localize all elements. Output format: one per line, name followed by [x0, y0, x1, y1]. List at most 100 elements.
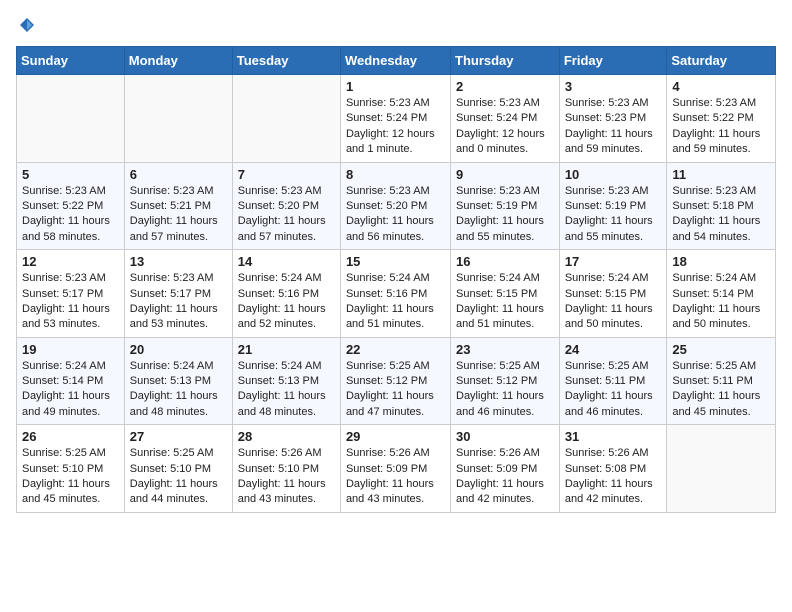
calendar-cell: 18 Sunrise: 5:24 AM Sunset: 5:14 PM Dayli…: [667, 250, 776, 338]
calendar-cell: 19 Sunrise: 5:24 AM Sunset: 5:14 PM Dayli…: [17, 337, 125, 425]
calendar-cell: [124, 75, 232, 163]
day-number: 9: [456, 167, 554, 182]
day-number: 1: [346, 79, 445, 94]
day-info: Sunrise: 5:23 AM Sunset: 5:19 PM Dayligh…: [456, 184, 554, 246]
day-number: 7: [238, 167, 335, 182]
calendar-cell: 8 Sunrise: 5:23 AM Sunset: 5:20 PM Daylig…: [340, 162, 450, 250]
day-info: Sunrise: 5:25 AM Sunset: 5:12 PM Dayligh…: [346, 359, 445, 421]
calendar-cell: 31 Sunrise: 5:26 AM Sunset: 5:08 PM Dayli…: [559, 425, 667, 513]
weekday-header: Saturday: [667, 47, 776, 75]
day-info: Sunrise: 5:26 AM Sunset: 5:09 PM Dayligh…: [456, 446, 554, 508]
day-info: Sunrise: 5:25 AM Sunset: 5:11 PM Dayligh…: [565, 359, 662, 421]
weekday-header: Monday: [124, 47, 232, 75]
calendar-cell: 1 Sunrise: 5:23 AM Sunset: 5:24 PM Daylig…: [340, 75, 450, 163]
calendar-cell: 30 Sunrise: 5:26 AM Sunset: 5:09 PM Dayli…: [451, 425, 560, 513]
day-info: Sunrise: 5:23 AM Sunset: 5:19 PM Dayligh…: [565, 184, 662, 246]
day-info: Sunrise: 5:25 AM Sunset: 5:10 PM Dayligh…: [130, 446, 227, 508]
day-info: Sunrise: 5:26 AM Sunset: 5:09 PM Dayligh…: [346, 446, 445, 508]
day-number: 4: [672, 79, 770, 94]
day-info: Sunrise: 5:24 AM Sunset: 5:16 PM Dayligh…: [238, 271, 335, 333]
day-number: 19: [22, 342, 119, 357]
day-number: 31: [565, 429, 662, 444]
day-number: 10: [565, 167, 662, 182]
day-info: Sunrise: 5:25 AM Sunset: 5:11 PM Dayligh…: [672, 359, 770, 421]
calendar-cell: 10 Sunrise: 5:23 AM Sunset: 5:19 PM Dayli…: [559, 162, 667, 250]
calendar-cell: 16 Sunrise: 5:24 AM Sunset: 5:15 PM Dayli…: [451, 250, 560, 338]
day-info: Sunrise: 5:24 AM Sunset: 5:15 PM Dayligh…: [565, 271, 662, 333]
logo: [16, 16, 36, 34]
day-number: 14: [238, 254, 335, 269]
calendar-week: 12 Sunrise: 5:23 AM Sunset: 5:17 PM Dayli…: [17, 250, 776, 338]
day-number: 15: [346, 254, 445, 269]
calendar-cell: 7 Sunrise: 5:23 AM Sunset: 5:20 PM Daylig…: [232, 162, 340, 250]
calendar-week: 26 Sunrise: 5:25 AM Sunset: 5:10 PM Dayli…: [17, 425, 776, 513]
calendar-cell: 3 Sunrise: 5:23 AM Sunset: 5:23 PM Daylig…: [559, 75, 667, 163]
day-number: 23: [456, 342, 554, 357]
day-info: Sunrise: 5:23 AM Sunset: 5:17 PM Dayligh…: [130, 271, 227, 333]
day-number: 12: [22, 254, 119, 269]
day-info: Sunrise: 5:23 AM Sunset: 5:24 PM Dayligh…: [346, 96, 445, 158]
calendar-cell: 2Sunrise: 5:23 AM Sunset: 5:24 PM Daylig…: [451, 75, 560, 163]
calendar-cell: 13 Sunrise: 5:23 AM Sunset: 5:17 PM Dayli…: [124, 250, 232, 338]
logo-icon: [18, 16, 36, 34]
calendar-cell: [232, 75, 340, 163]
header-row: SundayMondayTuesdayWednesdayThursdayFrid…: [17, 47, 776, 75]
day-info: Sunrise: 5:24 AM Sunset: 5:14 PM Dayligh…: [22, 359, 119, 421]
day-info: Sunrise: 5:26 AM Sunset: 5:10 PM Dayligh…: [238, 446, 335, 508]
day-info: Sunrise: 5:23 AM Sunset: 5:22 PM Dayligh…: [22, 184, 119, 246]
day-info: Sunrise: 5:23 AM Sunset: 5:21 PM Dayligh…: [130, 184, 227, 246]
day-number: 30: [456, 429, 554, 444]
calendar-cell: 9 Sunrise: 5:23 AM Sunset: 5:19 PM Daylig…: [451, 162, 560, 250]
day-number: 27: [130, 429, 227, 444]
calendar-cell: 25 Sunrise: 5:25 AM Sunset: 5:11 PM Dayli…: [667, 337, 776, 425]
day-info: Sunrise: 5:23 AM Sunset: 5:18 PM Dayligh…: [672, 184, 770, 246]
calendar-week: 19 Sunrise: 5:24 AM Sunset: 5:14 PM Dayli…: [17, 337, 776, 425]
day-number: 18: [672, 254, 770, 269]
day-number: 6: [130, 167, 227, 182]
day-info: Sunrise: 5:24 AM Sunset: 5:13 PM Dayligh…: [238, 359, 335, 421]
day-info: Sunrise: 5:23 AM Sunset: 5:22 PM Dayligh…: [672, 96, 770, 158]
weekday-header: Wednesday: [340, 47, 450, 75]
calendar-cell: [17, 75, 125, 163]
day-number: 3: [565, 79, 662, 94]
day-info: Sunrise: 5:23 AM Sunset: 5:24 PM Dayligh…: [456, 96, 554, 158]
day-number: 25: [672, 342, 770, 357]
day-info: Sunrise: 5:24 AM Sunset: 5:15 PM Dayligh…: [456, 271, 554, 333]
day-info: Sunrise: 5:23 AM Sunset: 5:20 PM Dayligh…: [238, 184, 335, 246]
day-info: Sunrise: 5:23 AM Sunset: 5:23 PM Dayligh…: [565, 96, 662, 158]
calendar-cell: 4 Sunrise: 5:23 AM Sunset: 5:22 PM Daylig…: [667, 75, 776, 163]
day-info: Sunrise: 5:23 AM Sunset: 5:20 PM Dayligh…: [346, 184, 445, 246]
calendar-cell: 14 Sunrise: 5:24 AM Sunset: 5:16 PM Dayli…: [232, 250, 340, 338]
page: SundayMondayTuesdayWednesdayThursdayFrid…: [0, 0, 792, 529]
day-number: 20: [130, 342, 227, 357]
day-number: 28: [238, 429, 335, 444]
day-number: 13: [130, 254, 227, 269]
weekday-header: Thursday: [451, 47, 560, 75]
calendar-cell: 21 Sunrise: 5:24 AM Sunset: 5:13 PM Dayli…: [232, 337, 340, 425]
calendar-cell: 24 Sunrise: 5:25 AM Sunset: 5:11 PM Dayli…: [559, 337, 667, 425]
weekday-header: Tuesday: [232, 47, 340, 75]
weekday-header: Sunday: [17, 47, 125, 75]
day-number: 24: [565, 342, 662, 357]
day-number: 17: [565, 254, 662, 269]
calendar-cell: 20 Sunrise: 5:24 AM Sunset: 5:13 PM Dayli…: [124, 337, 232, 425]
day-number: 26: [22, 429, 119, 444]
calendar-cell: 28 Sunrise: 5:26 AM Sunset: 5:10 PM Dayli…: [232, 425, 340, 513]
calendar-cell: 12 Sunrise: 5:23 AM Sunset: 5:17 PM Dayli…: [17, 250, 125, 338]
day-number: 21: [238, 342, 335, 357]
day-info: Sunrise: 5:24 AM Sunset: 5:14 PM Dayligh…: [672, 271, 770, 333]
day-number: 11: [672, 167, 770, 182]
day-info: Sunrise: 5:23 AM Sunset: 5:17 PM Dayligh…: [22, 271, 119, 333]
day-info: Sunrise: 5:26 AM Sunset: 5:08 PM Dayligh…: [565, 446, 662, 508]
calendar: SundayMondayTuesdayWednesdayThursdayFrid…: [16, 46, 776, 513]
calendar-cell: 23Sunrise: 5:25 AM Sunset: 5:12 PM Dayli…: [451, 337, 560, 425]
calendar-cell: 15Sunrise: 5:24 AM Sunset: 5:16 PM Dayli…: [340, 250, 450, 338]
day-number: 8: [346, 167, 445, 182]
calendar-cell: 27 Sunrise: 5:25 AM Sunset: 5:10 PM Dayli…: [124, 425, 232, 513]
calendar-cell: [667, 425, 776, 513]
calendar-cell: 11 Sunrise: 5:23 AM Sunset: 5:18 PM Dayli…: [667, 162, 776, 250]
day-number: 16: [456, 254, 554, 269]
weekday-header: Friday: [559, 47, 667, 75]
day-info: Sunrise: 5:24 AM Sunset: 5:13 PM Dayligh…: [130, 359, 227, 421]
calendar-cell: 26Sunrise: 5:25 AM Sunset: 5:10 PM Dayli…: [17, 425, 125, 513]
